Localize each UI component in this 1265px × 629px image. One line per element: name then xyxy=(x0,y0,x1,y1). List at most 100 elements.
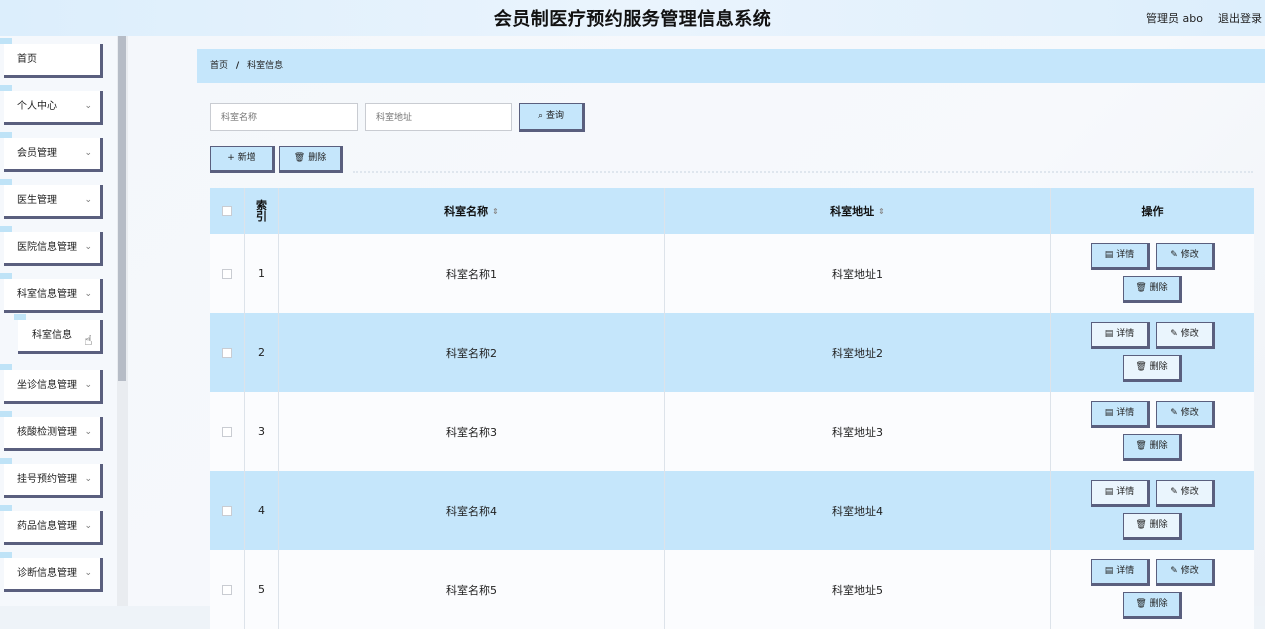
trash-icon: 🗑 xyxy=(1135,362,1147,372)
delete-button-label: 删除 xyxy=(1149,599,1168,609)
sidebar-item-diagnosis[interactable]: 诊断信息管理 ⌄ xyxy=(0,552,103,592)
edit-icon: ✎ xyxy=(1170,566,1178,576)
trash-icon: 🗑 xyxy=(1135,599,1147,609)
breadcrumb-current: 科室信息 xyxy=(247,61,284,71)
decorative-divider xyxy=(353,171,1253,173)
header-address[interactable]: 科室地址 ⇕ xyxy=(665,188,1051,234)
edit-button[interactable]: ✎ 修改 xyxy=(1156,401,1215,428)
header-checkbox-cell xyxy=(210,188,245,234)
sort-icon[interactable]: ⇕ xyxy=(878,207,885,216)
chevron-down-icon: ⌄ xyxy=(84,427,92,437)
logout-link[interactable]: 退出登录 xyxy=(1218,10,1262,26)
chevron-down-icon: ⌄ xyxy=(84,289,92,299)
department-name-search-input[interactable] xyxy=(210,103,358,131)
delete-button-label: 删除 xyxy=(1149,362,1168,372)
chevron-down-icon: ⌄ xyxy=(84,380,92,390)
sidebar-item-label: 科室信息 xyxy=(32,330,72,341)
detail-button-label: 详情 xyxy=(1116,566,1135,576)
edit-button-label: 修改 xyxy=(1180,250,1199,260)
row-name: 科室名称5 xyxy=(279,550,665,629)
sidebar-item-appointment[interactable]: 挂号预约管理 ⌄ xyxy=(0,458,103,498)
sidebar-item-hospital-management[interactable]: 医院信息管理 ⌄ xyxy=(0,226,103,266)
trash-icon: 🗑 xyxy=(1135,520,1147,530)
query-button[interactable]: ⌕ 查询 xyxy=(519,103,585,132)
chevron-down-icon: ⌄ xyxy=(84,101,92,111)
row-checkbox[interactable] xyxy=(222,505,232,516)
detail-button-label: 详情 xyxy=(1116,408,1135,418)
sidebar-item-clinic-schedule[interactable]: 坐诊信息管理 ⌄ xyxy=(0,364,103,404)
edit-icon: ✎ xyxy=(1170,408,1178,418)
delete-button[interactable]: 🗑 删除 xyxy=(1123,513,1182,540)
header-name[interactable]: 科室名称 ⇕ xyxy=(279,188,665,234)
top-header: 会员制医疗预约服务管理信息系统 管理员 abo 退出登录 xyxy=(0,0,1265,36)
sidebar-item-department-management[interactable]: 科室信息管理 ⌄ xyxy=(0,273,103,313)
row-address: 科室地址1 xyxy=(665,234,1051,313)
header-ops-label: 操作 xyxy=(1141,205,1164,218)
sidebar-item-label: 坐诊信息管理 xyxy=(17,380,77,391)
delete-button[interactable]: 🗑 删除 xyxy=(1123,434,1182,461)
sort-icon[interactable]: ⇕ xyxy=(492,207,499,216)
select-all-checkbox[interactable] xyxy=(222,206,232,216)
sidebar-item-doctor-management[interactable]: 医生管理 ⌄ xyxy=(0,179,103,219)
sidebar-item-personal-center[interactable]: 个人中心 ⌄ xyxy=(0,85,103,125)
main-content: 首页 / 科室信息 ⌕查询 +新增 🗑删除 索引 科室名称 ⇕ 科室地址 ⇕ xyxy=(128,36,1265,629)
batch-delete-button[interactable]: 🗑 删除 xyxy=(279,146,343,173)
row-checkbox[interactable] xyxy=(222,584,232,595)
row-name: 科室名称2 xyxy=(279,313,665,392)
edit-button-label: 修改 xyxy=(1180,329,1199,339)
breadcrumb-separator: / xyxy=(235,61,240,71)
row-index: 1 xyxy=(245,234,279,313)
header-address-label: 科室地址 xyxy=(830,205,875,218)
detail-button[interactable]: ▤ 详情 xyxy=(1091,559,1150,586)
row-checkbox[interactable] xyxy=(222,347,232,358)
detail-icon: ▤ xyxy=(1104,566,1114,576)
header-name-label: 科室名称 xyxy=(444,205,489,218)
row-name: 科室名称4 xyxy=(279,471,665,550)
delete-button[interactable]: 🗑 删除 xyxy=(1123,355,1182,382)
row-checkbox-cell xyxy=(210,392,245,471)
header-index-label: 索引 xyxy=(256,199,267,223)
department-address-search-input[interactable] xyxy=(365,103,512,131)
hand-cursor-icon: ☝ xyxy=(84,333,93,349)
sidebar-subitem-department-info[interactable]: 科室信息 ☝ xyxy=(14,314,103,354)
detail-button[interactable]: ▤ 详情 xyxy=(1091,322,1150,349)
sidebar-item-home[interactable]: 首页 xyxy=(0,38,103,78)
detail-button[interactable]: ▤ 详情 xyxy=(1091,243,1150,270)
sidebar-item-label: 医生管理 xyxy=(17,195,57,206)
sidebar-item-nucleic-test[interactable]: 核酸检测管理 ⌄ xyxy=(0,411,103,451)
chevron-down-icon: ⌄ xyxy=(84,521,92,531)
detail-button-label: 详情 xyxy=(1116,329,1135,339)
detail-icon: ▤ xyxy=(1104,329,1114,339)
query-button-label: 查询 xyxy=(546,111,565,121)
edit-icon: ✎ xyxy=(1170,250,1178,260)
sidebar-item-medicine[interactable]: 药品信息管理 ⌄ xyxy=(0,505,103,545)
detail-button[interactable]: ▤ 详情 xyxy=(1091,480,1150,507)
row-checkbox-cell xyxy=(210,550,245,629)
breadcrumb-home[interactable]: 首页 xyxy=(210,61,228,71)
trash-icon: 🗑 xyxy=(293,153,306,163)
row-address: 科室地址3 xyxy=(665,392,1051,471)
search-icon: ⌕ xyxy=(537,111,544,121)
edit-button[interactable]: ✎ 修改 xyxy=(1156,243,1215,270)
add-button[interactable]: + 新增 xyxy=(210,146,275,173)
edit-icon: ✎ xyxy=(1170,329,1178,339)
edit-button[interactable]: ✎ 修改 xyxy=(1156,559,1215,586)
sidebar-item-member-management[interactable]: 会员管理 ⌄ xyxy=(0,132,103,172)
row-checkbox[interactable] xyxy=(222,268,232,279)
row-address: 科室地址2 xyxy=(665,313,1051,392)
table-row: 2 科室名称2 科室地址2 ▤ 详情 ✎ 修改 🗑 删除 xyxy=(210,313,1254,392)
row-checkbox-cell xyxy=(210,234,245,313)
row-checkbox[interactable] xyxy=(222,426,232,437)
sidebar-item-label: 会员管理 xyxy=(17,148,57,159)
edit-button[interactable]: ✎ 修改 xyxy=(1156,322,1215,349)
table-header: 索引 科室名称 ⇕ 科室地址 ⇕ 操作 xyxy=(210,188,1254,234)
current-user: 管理员 abo xyxy=(1146,12,1203,25)
row-index: 5 xyxy=(245,550,279,629)
delete-button[interactable]: 🗑 删除 xyxy=(1123,276,1182,303)
sidebar-scrollbar-thumb[interactable] xyxy=(118,36,126,381)
detail-button-label: 详情 xyxy=(1116,250,1135,260)
detail-button[interactable]: ▤ 详情 xyxy=(1091,401,1150,428)
add-button-label: 新增 xyxy=(237,153,256,163)
row-address: 科室地址5 xyxy=(665,550,1051,629)
edit-button[interactable]: ✎ 修改 xyxy=(1156,480,1215,507)
